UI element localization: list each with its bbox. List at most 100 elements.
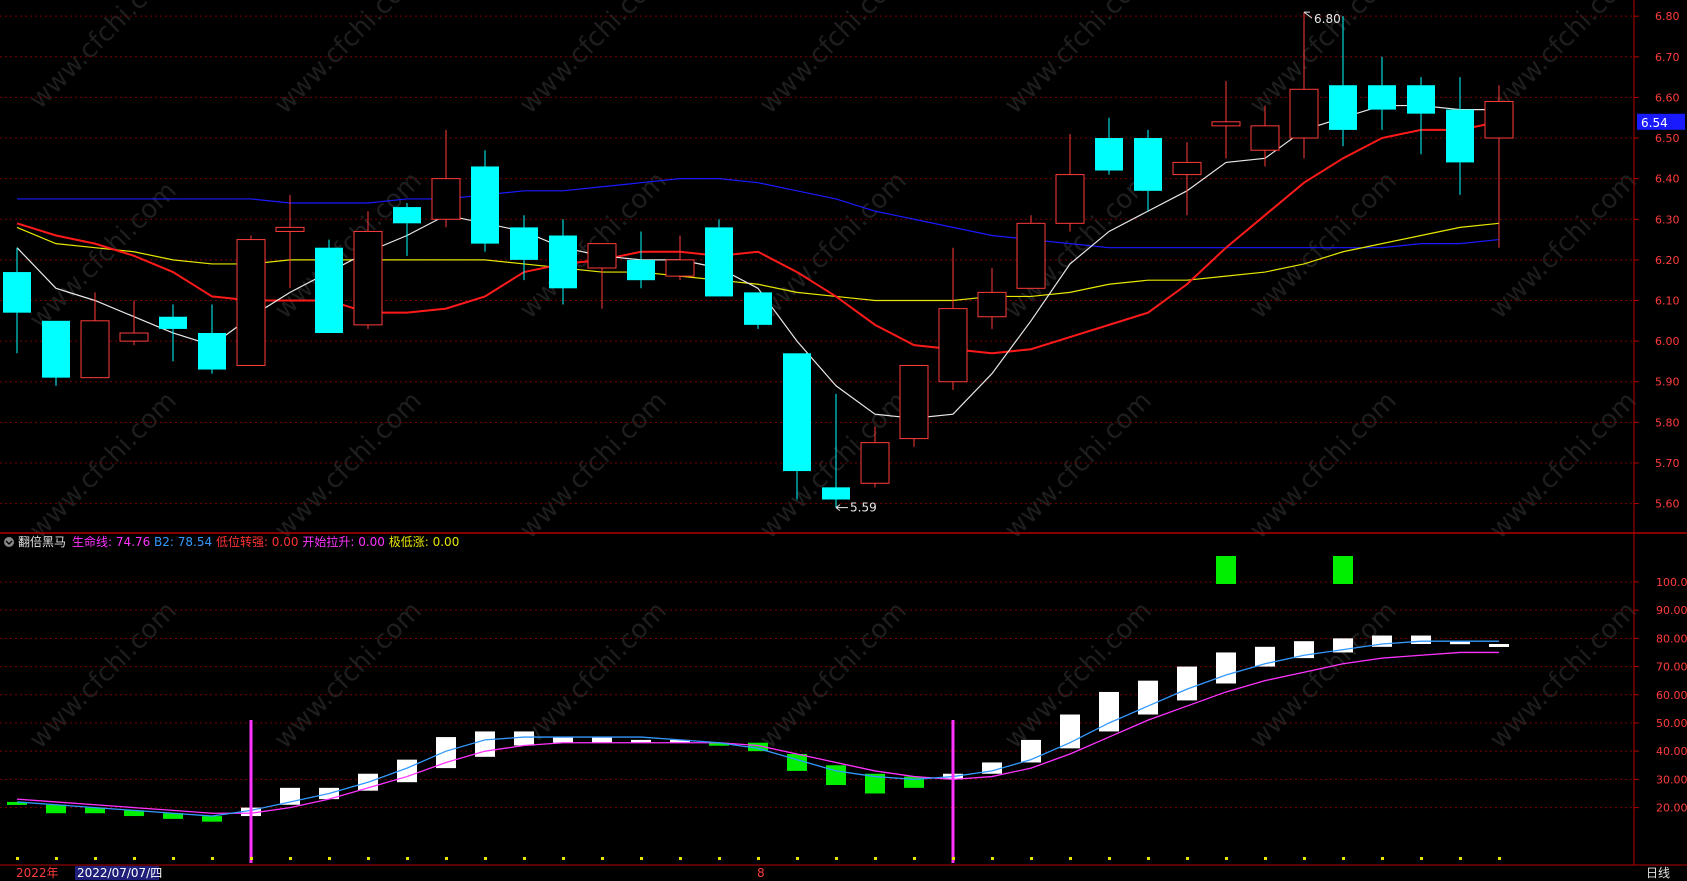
baseline-dot: [718, 857, 721, 860]
candle: [665, 235, 695, 281]
price-tick-label: 5.70: [1655, 457, 1680, 470]
baseline-dot: [991, 857, 994, 860]
watermark-text: www.cfchi.com: [1244, 166, 1403, 325]
indicator-bar: [1411, 635, 1431, 644]
ma-blue-line: [17, 178, 1500, 249]
watermark-text: www.cfchi.com: [754, 0, 913, 120]
baseline-dot: [1264, 857, 1267, 860]
baseline-dot: [952, 857, 955, 860]
indicator-bar: [436, 737, 456, 769]
watermark-text: www.cfchi.com: [514, 386, 673, 545]
baseline-dot: [601, 857, 604, 860]
watermark-text: www.cfchi.com: [1244, 386, 1403, 545]
month-label: 8: [757, 866, 765, 880]
legend-item: B2: 78.54: [150, 535, 212, 549]
indicator-bar: [202, 816, 222, 822]
indicator-bar: [514, 731, 534, 746]
indicator-tick-label: 40.00: [1656, 745, 1687, 758]
indicator-tick-label: 100.0: [1656, 576, 1687, 589]
candle: [3, 247, 31, 354]
baseline-dot: [367, 857, 370, 860]
baseline-dot: [640, 857, 643, 860]
baseline-dot: [523, 857, 526, 860]
indicator-name[interactable]: 翻倍黑马: [18, 534, 66, 549]
candle: [236, 235, 266, 366]
indicator-bar: [46, 804, 66, 814]
price-tick-label: 6.30: [1655, 213, 1680, 226]
signal-spike: [249, 720, 253, 863]
indicator-bar: [553, 737, 573, 743]
baseline-dot: [1303, 857, 1306, 860]
watermark-text: www.cfchi.com: [514, 0, 673, 120]
indicator-bar: [1216, 652, 1236, 684]
price-tick-label: 6.20: [1655, 254, 1680, 267]
candle: [431, 129, 461, 228]
watermark-text: www.cfchi.com: [1484, 386, 1643, 545]
baseline-dot: [1186, 857, 1189, 860]
baseline-dot: [1498, 857, 1501, 860]
price-tick-label: 6.50: [1655, 132, 1680, 145]
candle: [42, 320, 70, 386]
indicator-tick-label: 60.00: [1656, 689, 1687, 702]
baseline-dot: [562, 857, 565, 860]
baseline-dot: [133, 857, 136, 860]
indicator-bar: [1099, 691, 1119, 732]
watermark-text: www.cfchi.com: [999, 0, 1158, 120]
baseline-dot: [94, 857, 97, 860]
baseline-dot: [211, 857, 214, 860]
candle: [744, 292, 772, 329]
baseline-dot: [16, 857, 19, 860]
baseline-dot: [835, 857, 838, 860]
candle: [1368, 56, 1396, 130]
candle: [119, 300, 149, 346]
date-label: 2022/07/07/四: [77, 866, 162, 880]
candle: [1095, 117, 1123, 175]
price-tick-label: 6.40: [1655, 173, 1680, 186]
watermark-text: www.cfchi.com: [754, 166, 913, 325]
watermark-text: www.cfchi.com: [269, 596, 428, 755]
candle: [587, 243, 617, 309]
low-marker: 5.59: [835, 501, 877, 515]
legend-item: 开始拉升: 0.00: [299, 534, 385, 549]
price-tick-label: 5.90: [1655, 376, 1680, 389]
candle: [1250, 105, 1280, 167]
baseline-dot: [172, 857, 175, 860]
baseline-dot: [406, 857, 409, 860]
baseline-dot: [1342, 857, 1345, 860]
watermark-text: www.cfchi.com: [24, 0, 183, 115]
candle: [938, 247, 968, 390]
price-y-axis: 6.80 6.70 6.60 6.50 6.40 6.30 6.20 6.10 6.00 5.90…: [1634, 10, 1680, 511]
year-label: 2022年: [16, 866, 59, 880]
candle: [471, 150, 499, 252]
watermark-text: www.cfchi.com: [24, 596, 183, 755]
low-marker-label: 5.59: [850, 501, 877, 515]
indicator-tick-label: 80.00: [1656, 632, 1687, 645]
high-marker: 6.80: [1303, 11, 1341, 26]
indicator-tick-label: 20.00: [1656, 802, 1687, 815]
indicator-bar: [787, 754, 807, 771]
candle: [977, 268, 1007, 329]
watermark-text: www.cfchi.com: [999, 386, 1158, 545]
price-tick-label: 6.00: [1655, 335, 1680, 348]
top-signal-marker: [1333, 556, 1353, 584]
high-marker-label: 6.80: [1314, 12, 1341, 26]
price-tick-label: 6.70: [1655, 51, 1680, 64]
watermark-text: www.cfchi.com: [754, 596, 913, 755]
price-tick-label: 6.80: [1655, 10, 1680, 23]
candle: [705, 219, 733, 297]
candle: [198, 304, 226, 374]
baseline-dot: [679, 857, 682, 860]
price-tick-label: 5.80: [1655, 416, 1680, 429]
collapse-icon[interactable]: [4, 537, 14, 547]
baseline-dot: [1420, 857, 1423, 860]
legend-item: 低位转强: 0.00: [212, 534, 298, 549]
candle: [1055, 133, 1085, 232]
watermark-text: www.cfchi.com: [1484, 166, 1643, 325]
period-label[interactable]: 日线: [1646, 866, 1670, 880]
baseline-dot: [1225, 857, 1228, 860]
indicator-y-axis: 100.0 90.00 80.00 70.00 60.00 50.00 40.00 30.00…: [1634, 576, 1687, 815]
indicator-tick-label: 70.00: [1656, 661, 1687, 674]
baseline-dot: [874, 857, 877, 860]
indicator-tick-label: 90.00: [1656, 604, 1687, 617]
price-tick-label: 6.60: [1655, 91, 1680, 104]
